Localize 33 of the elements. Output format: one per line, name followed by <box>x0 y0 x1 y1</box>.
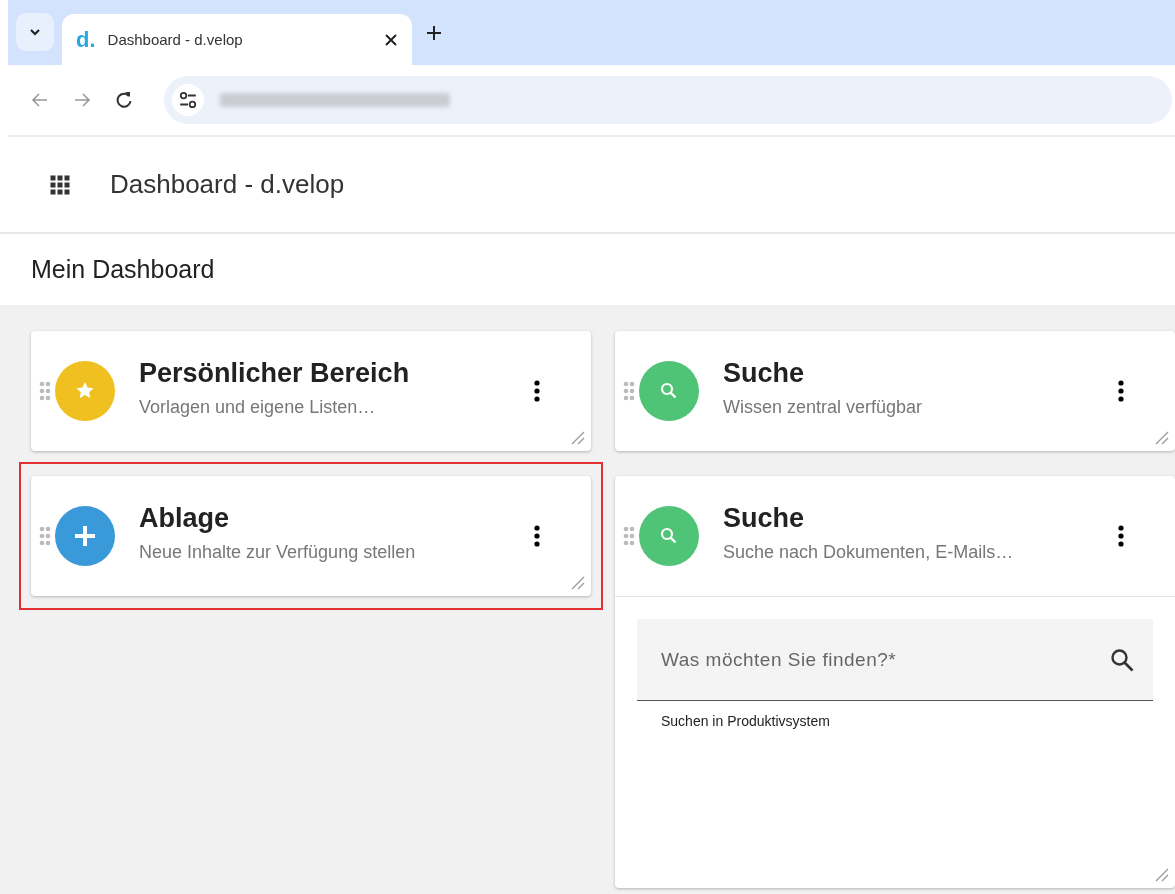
tile-subtitle: Wissen zentral verfügbar <box>723 397 924 418</box>
search-field[interactable]: Was möchten Sie finden?* <box>637 619 1153 701</box>
site-settings-icon[interactable] <box>178 90 198 110</box>
resize-handle-icon[interactable] <box>569 574 585 590</box>
tile-title: Suche <box>723 358 806 389</box>
drag-handle-icon[interactable] <box>39 381 51 401</box>
resize-handle-icon[interactable] <box>1153 429 1169 445</box>
tab-title: Dashboard - d.velop <box>107 31 244 48</box>
drag-handle-icon[interactable] <box>623 526 635 546</box>
drag-handle-icon[interactable] <box>39 526 51 546</box>
search-icon[interactable] <box>1109 647 1135 673</box>
resize-handle-icon[interactable] <box>1153 866 1169 882</box>
more-vertical-icon <box>1118 380 1124 402</box>
reload-icon[interactable] <box>114 90 134 110</box>
new-tab-icon[interactable] <box>426 25 442 41</box>
tile-subtitle: Vorlagen und eigene Listen… <box>139 397 377 418</box>
drag-handle-icon[interactable] <box>623 381 635 401</box>
app-title: Dashboard - d.velop <box>110 169 345 200</box>
tile-subtitle: Neue Inhalte zur Verfügung stellen <box>139 542 417 563</box>
apps-grid-icon[interactable] <box>50 174 70 195</box>
page-title: Mein Dashboard <box>31 255 215 284</box>
browser-tab[interactable]: d. Dashboard - d.velop <box>62 14 412 65</box>
more-vertical-icon <box>1118 525 1124 547</box>
close-icon[interactable] <box>384 32 398 47</box>
search-hint: Suchen in Produktivsystem <box>661 713 830 729</box>
tile-title: Suche <box>723 503 806 534</box>
more-vertical-icon <box>534 380 540 402</box>
tile-subtitle: Suche nach Dokumenten, E-Mails… <box>723 542 1015 563</box>
more-vertical-icon <box>534 525 540 547</box>
tab-logo: d. <box>76 26 96 53</box>
tile-title: Persönlicher Bereich <box>139 358 411 389</box>
resize-handle-icon[interactable] <box>569 429 585 445</box>
tile-title: Ablage <box>139 503 231 534</box>
